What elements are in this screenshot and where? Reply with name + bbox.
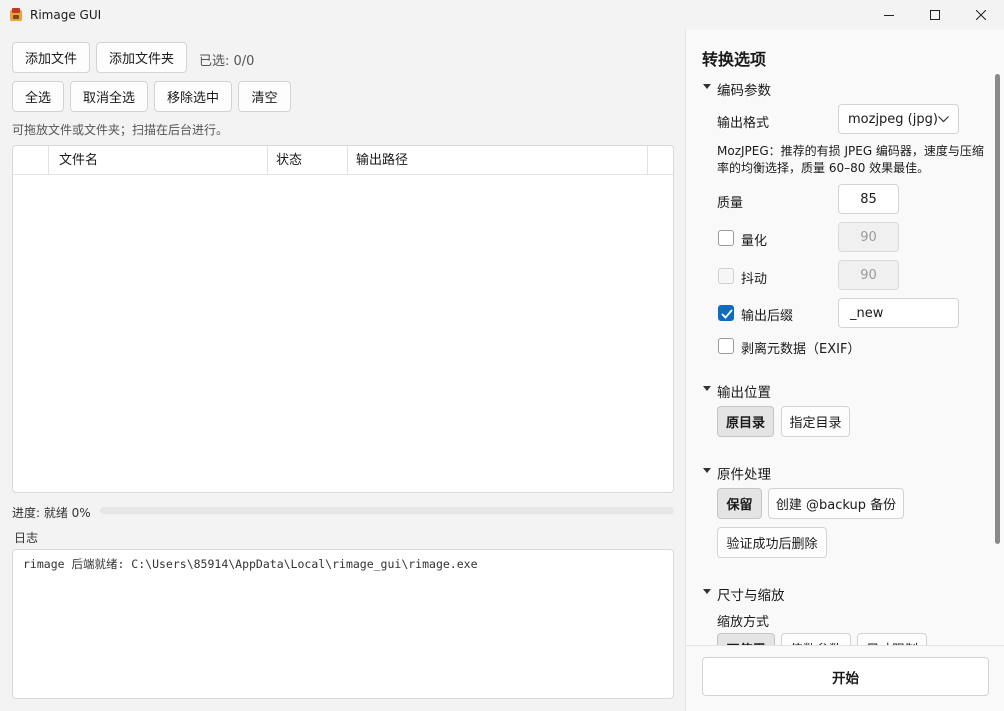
selected-count: 已选: 0/0 — [199, 54, 255, 69]
backup-original-button[interactable]: 创建 @backup 备份 — [768, 488, 904, 519]
format-label: 输出格式 — [717, 116, 770, 131]
drop-hint: 可拖放文件或文件夹；扫描在后台进行。 — [12, 123, 229, 137]
log-line: rimage 后端就绪: C:\Users\85914\AppData\Loca… — [23, 557, 478, 571]
options-scrollbar[interactable] — [995, 74, 1000, 544]
table-header: 文件名 状态 输出路径 — [13, 146, 673, 175]
resize-limit-button[interactable]: 尺寸限制 — [857, 633, 927, 645]
maximize-icon — [930, 10, 940, 20]
keep-original-button[interactable]: 保留 — [717, 488, 762, 519]
add-files-button[interactable]: 添加文件 — [12, 42, 90, 73]
dither-label: 抖动 — [741, 272, 768, 287]
suffix-input[interactable]: _new — [838, 298, 959, 328]
deselect-all-button[interactable]: 取消全选 — [70, 81, 148, 112]
app-icon — [8, 7, 24, 23]
quantize-label: 量化 — [741, 234, 768, 249]
column-header-output-path[interactable]: 输出路径 — [348, 146, 648, 175]
column-header-status[interactable]: 状态 — [268, 146, 348, 175]
close-button[interactable] — [958, 0, 1004, 30]
resize-mode-label: 缩放方式 — [717, 615, 770, 630]
section-original-handling-title[interactable]: 原件处理 — [717, 463, 771, 483]
add-folder-button[interactable]: 添加文件夹 — [96, 42, 187, 73]
suffix-checkbox[interactable] — [718, 305, 734, 321]
options-scroll-area[interactable]: 转换选项 编码参数 输出格式 mozjpeg (jpg) MozJPEG：推荐的… — [686, 30, 1004, 645]
original-dir-button[interactable]: 原目录 — [717, 406, 774, 437]
suffix-label: 输出后缀 — [741, 309, 794, 324]
title-bar: Rimage GUI — [0, 0, 1004, 30]
clear-button[interactable]: 清空 — [238, 81, 291, 112]
minimize-icon — [884, 15, 894, 16]
dither-checkbox[interactable] — [718, 268, 734, 284]
chevron-down-icon[interactable] — [703, 468, 711, 473]
panel-divider — [686, 645, 1004, 646]
chevron-down-icon[interactable] — [703, 84, 711, 89]
strip-metadata-checkbox[interactable] — [718, 338, 734, 354]
window-title: Rimage GUI — [30, 8, 102, 22]
resize-none-button[interactable]: 不使用 — [717, 633, 775, 645]
custom-dir-button[interactable]: 指定目录 — [781, 406, 850, 437]
chevron-down-icon[interactable] — [703, 386, 711, 391]
start-button[interactable]: 开始 — [702, 657, 989, 696]
log-panel[interactable]: rimage 后端就绪: C:\Users\85914\AppData\Loca… — [12, 549, 674, 699]
dither-input[interactable]: 90 — [838, 260, 899, 290]
remove-selected-button[interactable]: 移除选中 — [154, 81, 232, 112]
checkmark-icon — [721, 309, 733, 319]
progress-bar — [100, 507, 674, 514]
format-description: MozJPEG：推荐的有损 JPEG 编码器，速度与压缩率的均衡选择，质量 60… — [717, 144, 984, 175]
minimize-button[interactable] — [866, 0, 912, 30]
format-select[interactable]: mozjpeg (jpg) — [838, 104, 959, 134]
log-title: 日志 — [14, 531, 39, 545]
format-value: mozjpeg (jpg) — [848, 111, 938, 127]
resize-scale-button[interactable]: 倍数参数 — [781, 633, 851, 645]
section-output-location-title[interactable]: 输出位置 — [717, 381, 771, 401]
quality-input[interactable]: 85 — [838, 184, 899, 214]
quantize-input[interactable]: 90 — [838, 222, 899, 252]
file-table[interactable]: 文件名 状态 输出路径 — [12, 145, 674, 493]
delete-after-verify-button[interactable]: 验证成功后删除 — [717, 527, 827, 558]
chevron-down-icon — [938, 116, 949, 123]
progress-label: 进度: 就绪 0% — [12, 506, 91, 520]
section-encoding-title[interactable]: 编码参数 — [717, 79, 771, 99]
options-panel: 转换选项 编码参数 输出格式 mozjpeg (jpg) MozJPEG：推荐的… — [685, 30, 1004, 711]
select-all-button[interactable]: 全选 — [12, 81, 64, 112]
column-header-select[interactable] — [13, 146, 49, 175]
quantize-checkbox[interactable] — [718, 230, 734, 246]
chevron-down-icon[interactable] — [703, 589, 711, 594]
column-header-filename[interactable]: 文件名 — [49, 146, 268, 175]
section-resize-title[interactable]: 尺寸与缩放 — [717, 584, 785, 604]
close-icon — [976, 10, 986, 20]
quality-label: 质量 — [717, 196, 744, 211]
maximize-button[interactable] — [912, 0, 958, 30]
strip-metadata-label: 剥离元数据（EXIF） — [741, 342, 861, 357]
options-title: 转换选项 — [702, 50, 767, 69]
